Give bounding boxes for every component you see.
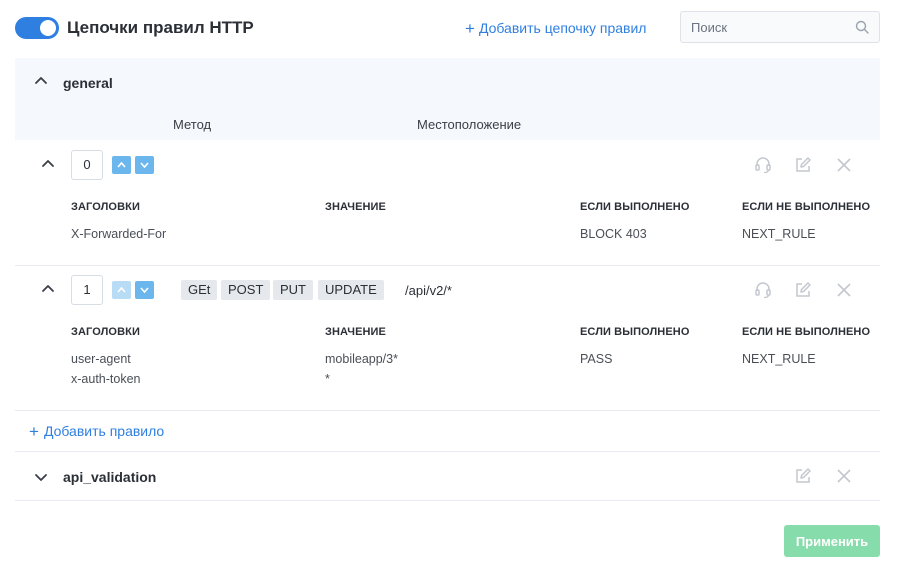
chain-header-general[interactable]: general — [15, 58, 880, 106]
edit-icon[interactable] — [794, 156, 812, 174]
header-name: x-auth-token — [71, 372, 141, 386]
table-header-value: ЗНАЧЕНИЕ — [325, 326, 386, 338]
table-header-on-match: ЕСЛИ ВЫПОЛНЕНО — [580, 326, 690, 338]
header-value: mobileapp/3* — [325, 352, 398, 366]
method-chip-update[interactable]: UPDATE — [318, 280, 384, 300]
chain-name[interactable]: api_validation — [63, 469, 156, 485]
method-chip-put[interactable]: PUT — [273, 280, 313, 300]
search-icon[interactable] — [855, 20, 869, 34]
move-up-button[interactable] — [112, 281, 131, 299]
add-chain-label: Добавить цепочку правил — [478, 20, 647, 36]
add-rule-label: Добавить правило — [43, 423, 165, 439]
headset-icon[interactable] — [754, 156, 772, 174]
chevron-up-icon[interactable] — [41, 281, 55, 295]
search-box — [680, 11, 880, 43]
edit-icon[interactable] — [794, 467, 812, 485]
arrow-down-icon — [140, 287, 149, 294]
arrow-up-icon — [117, 161, 126, 168]
rule-row: 0 ЗАГОЛОВКИ ЗНАЧЕНИЕ ЕСЛИ ВЫПОЛНЕНО ЕСЛИ… — [15, 140, 880, 266]
table-header-headers: ЗАГОЛОВКИ — [71, 326, 140, 338]
apply-button[interactable]: Применить — [784, 525, 880, 557]
search-input[interactable] — [691, 12, 851, 42]
move-up-button[interactable] — [112, 156, 131, 174]
column-location: Местоположение — [417, 117, 522, 132]
plus-icon: + — [465, 19, 475, 38]
header-name: user-agent — [71, 352, 131, 366]
arrow-down-icon — [140, 162, 149, 169]
page-title: Цепочки правил HTTP — [67, 18, 254, 37]
divider — [15, 500, 880, 501]
rule-order-input[interactable]: 1 — [71, 275, 103, 305]
rule-order-input[interactable]: 0 — [71, 150, 103, 180]
move-down-button[interactable] — [135, 156, 154, 174]
rule-row: 1 GEt POST PUT UPDATE /api/v2/* ЗАГОЛОВК… — [15, 266, 880, 411]
on-match-action: BLOCK 403 — [580, 227, 647, 241]
move-down-button[interactable] — [135, 281, 154, 299]
top-bar: Цепочки правил HTTP + Добавить цепочку пр… — [15, 11, 880, 43]
chain-name: general — [63, 75, 113, 91]
table-header-on-no-match: ЕСЛИ НЕ ВЫПОЛНЕНО — [742, 201, 871, 213]
divider — [15, 451, 880, 452]
on-no-match-action: NEXT_RULE — [742, 227, 816, 241]
add-chain-button[interactable]: + Добавить цепочку правил — [465, 19, 646, 39]
close-icon[interactable] — [835, 281, 853, 299]
chevron-up-icon[interactable] — [34, 73, 48, 87]
header-name: X-Forwarded-For — [71, 227, 167, 241]
chevron-down-icon[interactable] — [34, 471, 48, 485]
close-icon[interactable] — [835, 467, 853, 485]
table-header-headers: ЗАГОЛОВКИ — [71, 201, 140, 213]
header-value: * — [325, 372, 330, 386]
on-no-match-action: NEXT_RULE — [742, 352, 816, 366]
plus-icon: + — [29, 422, 39, 441]
headset-icon[interactable] — [754, 281, 772, 299]
toggle-knob — [40, 20, 56, 36]
on-match-action: PASS — [580, 352, 613, 366]
chains-enabled-toggle[interactable] — [15, 17, 59, 39]
table-header-value: ЗНАЧЕНИЕ — [325, 201, 386, 213]
arrow-up-icon — [117, 286, 126, 293]
add-rule-button[interactable]: + Добавить правило — [29, 422, 164, 442]
rule-location: /api/v2/* — [405, 283, 452, 298]
table-header-on-match: ЕСЛИ ВЫПОЛНЕНО — [580, 201, 690, 213]
column-headers: Метод Местоположение — [15, 106, 880, 140]
column-method: Метод — [173, 117, 212, 132]
method-chip-get[interactable]: GEt — [181, 280, 218, 300]
table-header-on-no-match: ЕСЛИ НЕ ВЫПОЛНЕНО — [742, 326, 871, 338]
edit-icon[interactable] — [794, 281, 812, 299]
chevron-up-icon[interactable] — [41, 156, 55, 170]
close-icon[interactable] — [835, 156, 853, 174]
method-chip-post[interactable]: POST — [221, 280, 271, 300]
